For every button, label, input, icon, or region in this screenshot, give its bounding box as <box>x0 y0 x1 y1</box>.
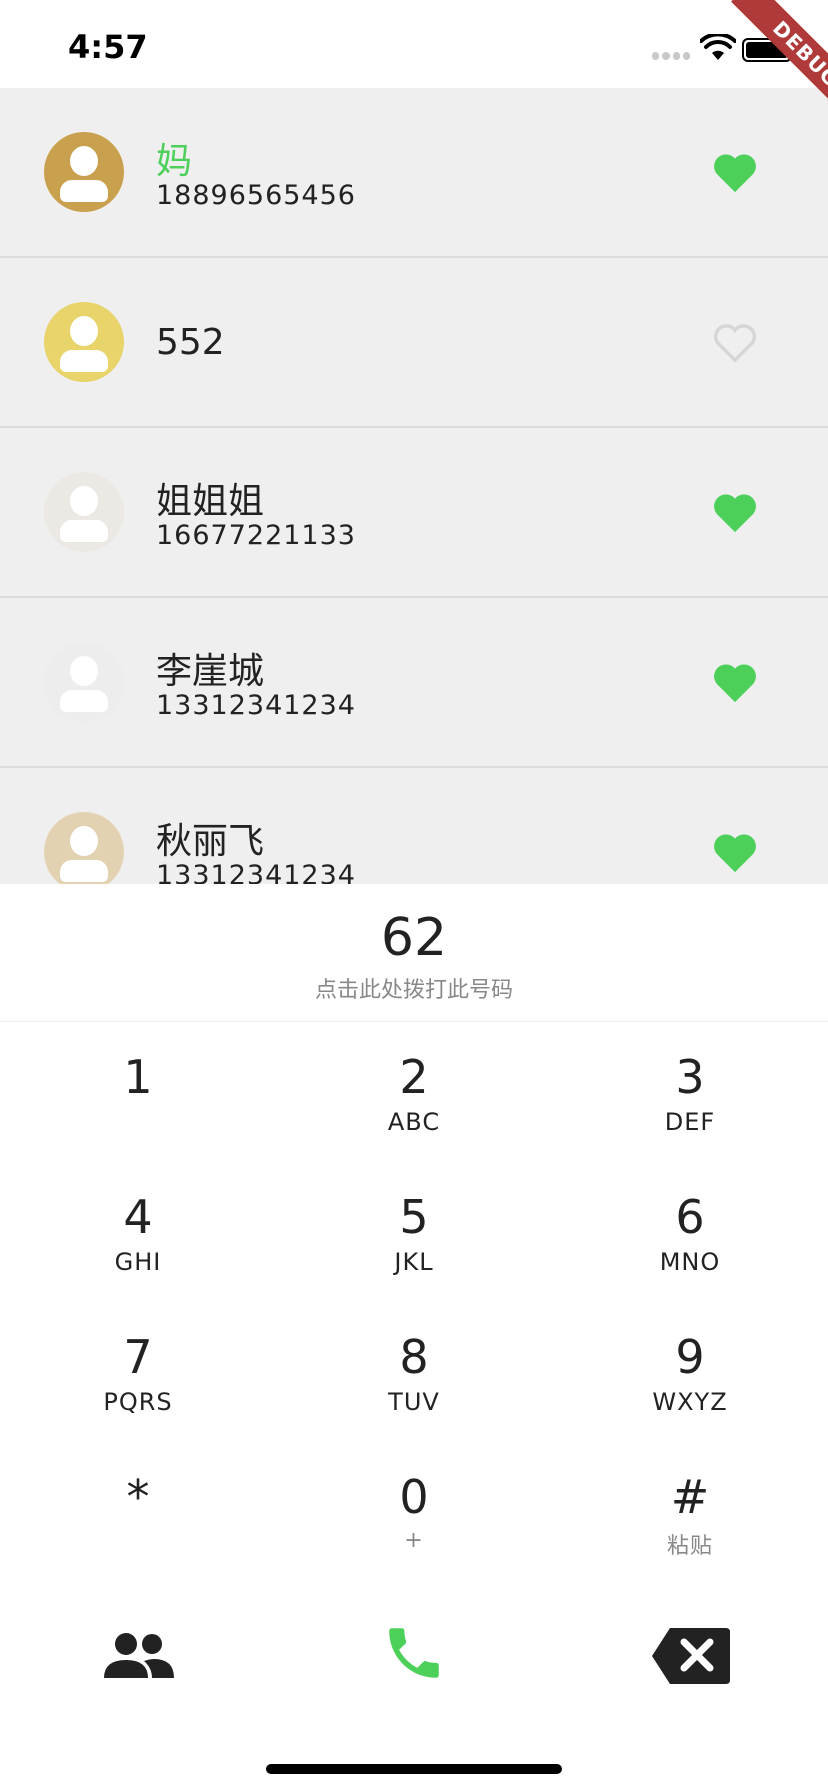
key-9[interactable]: 9 WXYZ <box>552 1302 828 1442</box>
battery-icon <box>742 38 792 62</box>
contact-row[interactable]: 552 <box>0 258 828 428</box>
key-letters: DEF <box>664 1108 716 1136</box>
key-digit: 7 <box>123 1330 153 1384</box>
contact-list[interactable]: 妈 18896565456 552 姐姐姐 16677221133 李崖城 13… <box>0 88 828 884</box>
key-3[interactable]: 3 DEF <box>552 1022 828 1162</box>
home-indicator <box>266 1764 562 1774</box>
key-7[interactable]: 7 PQRS <box>0 1302 276 1442</box>
dial-hint[interactable]: 点击此处拨打此号码 <box>0 972 828 1004</box>
call-button[interactable] <box>276 1622 552 1692</box>
key-letters: PQRS <box>103 1388 173 1416</box>
wifi-icon <box>700 34 736 60</box>
people-icon <box>104 1633 174 1678</box>
dialed-number-panel[interactable]: 62 点击此处拨打此号码 <box>0 884 828 1022</box>
key-letters: ABC <box>387 1108 441 1136</box>
paste-label[interactable]: 粘贴 <box>552 1528 828 1560</box>
contact-name: 秋丽飞 <box>156 821 265 862</box>
key-letters: MNO <box>659 1248 721 1276</box>
favorite-heart-outline-icon[interactable] <box>712 322 758 364</box>
key-digit: 1 <box>123 1050 153 1104</box>
key-digit: 2 <box>399 1050 429 1104</box>
contact-name: 姐姐姐 <box>156 481 265 522</box>
avatar <box>44 472 124 552</box>
phone-icon <box>389 1628 439 1678</box>
key-letters: JKL <box>394 1248 434 1276</box>
key-digit: 0 <box>399 1470 429 1524</box>
keypad: 1 2 ABC 3 DEF 4 GHI 5 JKL 6 MNO 7 PQRS 8… <box>0 1022 828 1582</box>
avatar <box>44 812 124 884</box>
key-letters: + <box>404 1528 424 1553</box>
favorite-heart-icon[interactable] <box>712 492 758 534</box>
avatar <box>44 642 124 722</box>
favorite-heart-icon[interactable] <box>712 152 758 194</box>
key-digit: * <box>126 1470 150 1524</box>
contact-row[interactable]: 姐姐姐 16677221133 <box>0 428 828 598</box>
dialed-number[interactable]: 62 <box>0 908 828 968</box>
avatar <box>44 302 124 382</box>
key-star[interactable]: * <box>0 1442 276 1582</box>
key-5[interactable]: 5 JKL <box>276 1162 552 1302</box>
key-digit: 4 <box>123 1190 153 1244</box>
key-4[interactable]: 4 GHI <box>0 1162 276 1302</box>
backspace-button[interactable] <box>552 1622 828 1692</box>
contact-name: 妈 <box>156 141 193 182</box>
contact-number: 16677221133 <box>156 520 356 551</box>
contact-row[interactable]: 妈 18896565456 <box>0 88 828 258</box>
avatar <box>44 132 124 212</box>
cellular-signal-icon <box>652 52 690 62</box>
key-hash[interactable]: # 粘贴 <box>552 1442 828 1582</box>
backspace-icon <box>652 1628 730 1684</box>
contact-name: 552 <box>156 322 225 363</box>
key-digit: 8 <box>399 1330 429 1384</box>
key-digit: 5 <box>399 1190 429 1244</box>
key-digit: # <box>670 1470 710 1524</box>
action-bar <box>0 1582 828 1732</box>
key-letters: TUV <box>388 1388 440 1416</box>
contact-name: 李崖城 <box>156 651 265 692</box>
key-letters: GHI <box>114 1248 162 1276</box>
key-8[interactable]: 8 TUV <box>276 1302 552 1442</box>
key-digit: 9 <box>675 1330 705 1384</box>
key-digit: 3 <box>675 1050 705 1104</box>
contact-number: 13312341234 <box>156 690 356 721</box>
key-letters: WXYZ <box>652 1388 728 1416</box>
key-digit: 6 <box>675 1190 705 1244</box>
key-0[interactable]: 0 + <box>276 1442 552 1582</box>
contact-number: 13312341234 <box>156 860 356 884</box>
key-1[interactable]: 1 <box>0 1022 276 1162</box>
contact-number: 18896565456 <box>156 180 356 211</box>
favorite-heart-icon[interactable] <box>712 832 758 874</box>
key-6[interactable]: 6 MNO <box>552 1162 828 1302</box>
contacts-button[interactable] <box>0 1622 276 1692</box>
favorite-heart-icon[interactable] <box>712 662 758 704</box>
status-bar: 4:57 <box>0 0 828 88</box>
contact-row[interactable]: 李崖城 13312341234 <box>0 598 828 768</box>
key-2[interactable]: 2 ABC <box>276 1022 552 1162</box>
status-time: 4:57 <box>68 28 148 66</box>
contact-row[interactable]: 秋丽飞 13312341234 <box>0 768 828 884</box>
